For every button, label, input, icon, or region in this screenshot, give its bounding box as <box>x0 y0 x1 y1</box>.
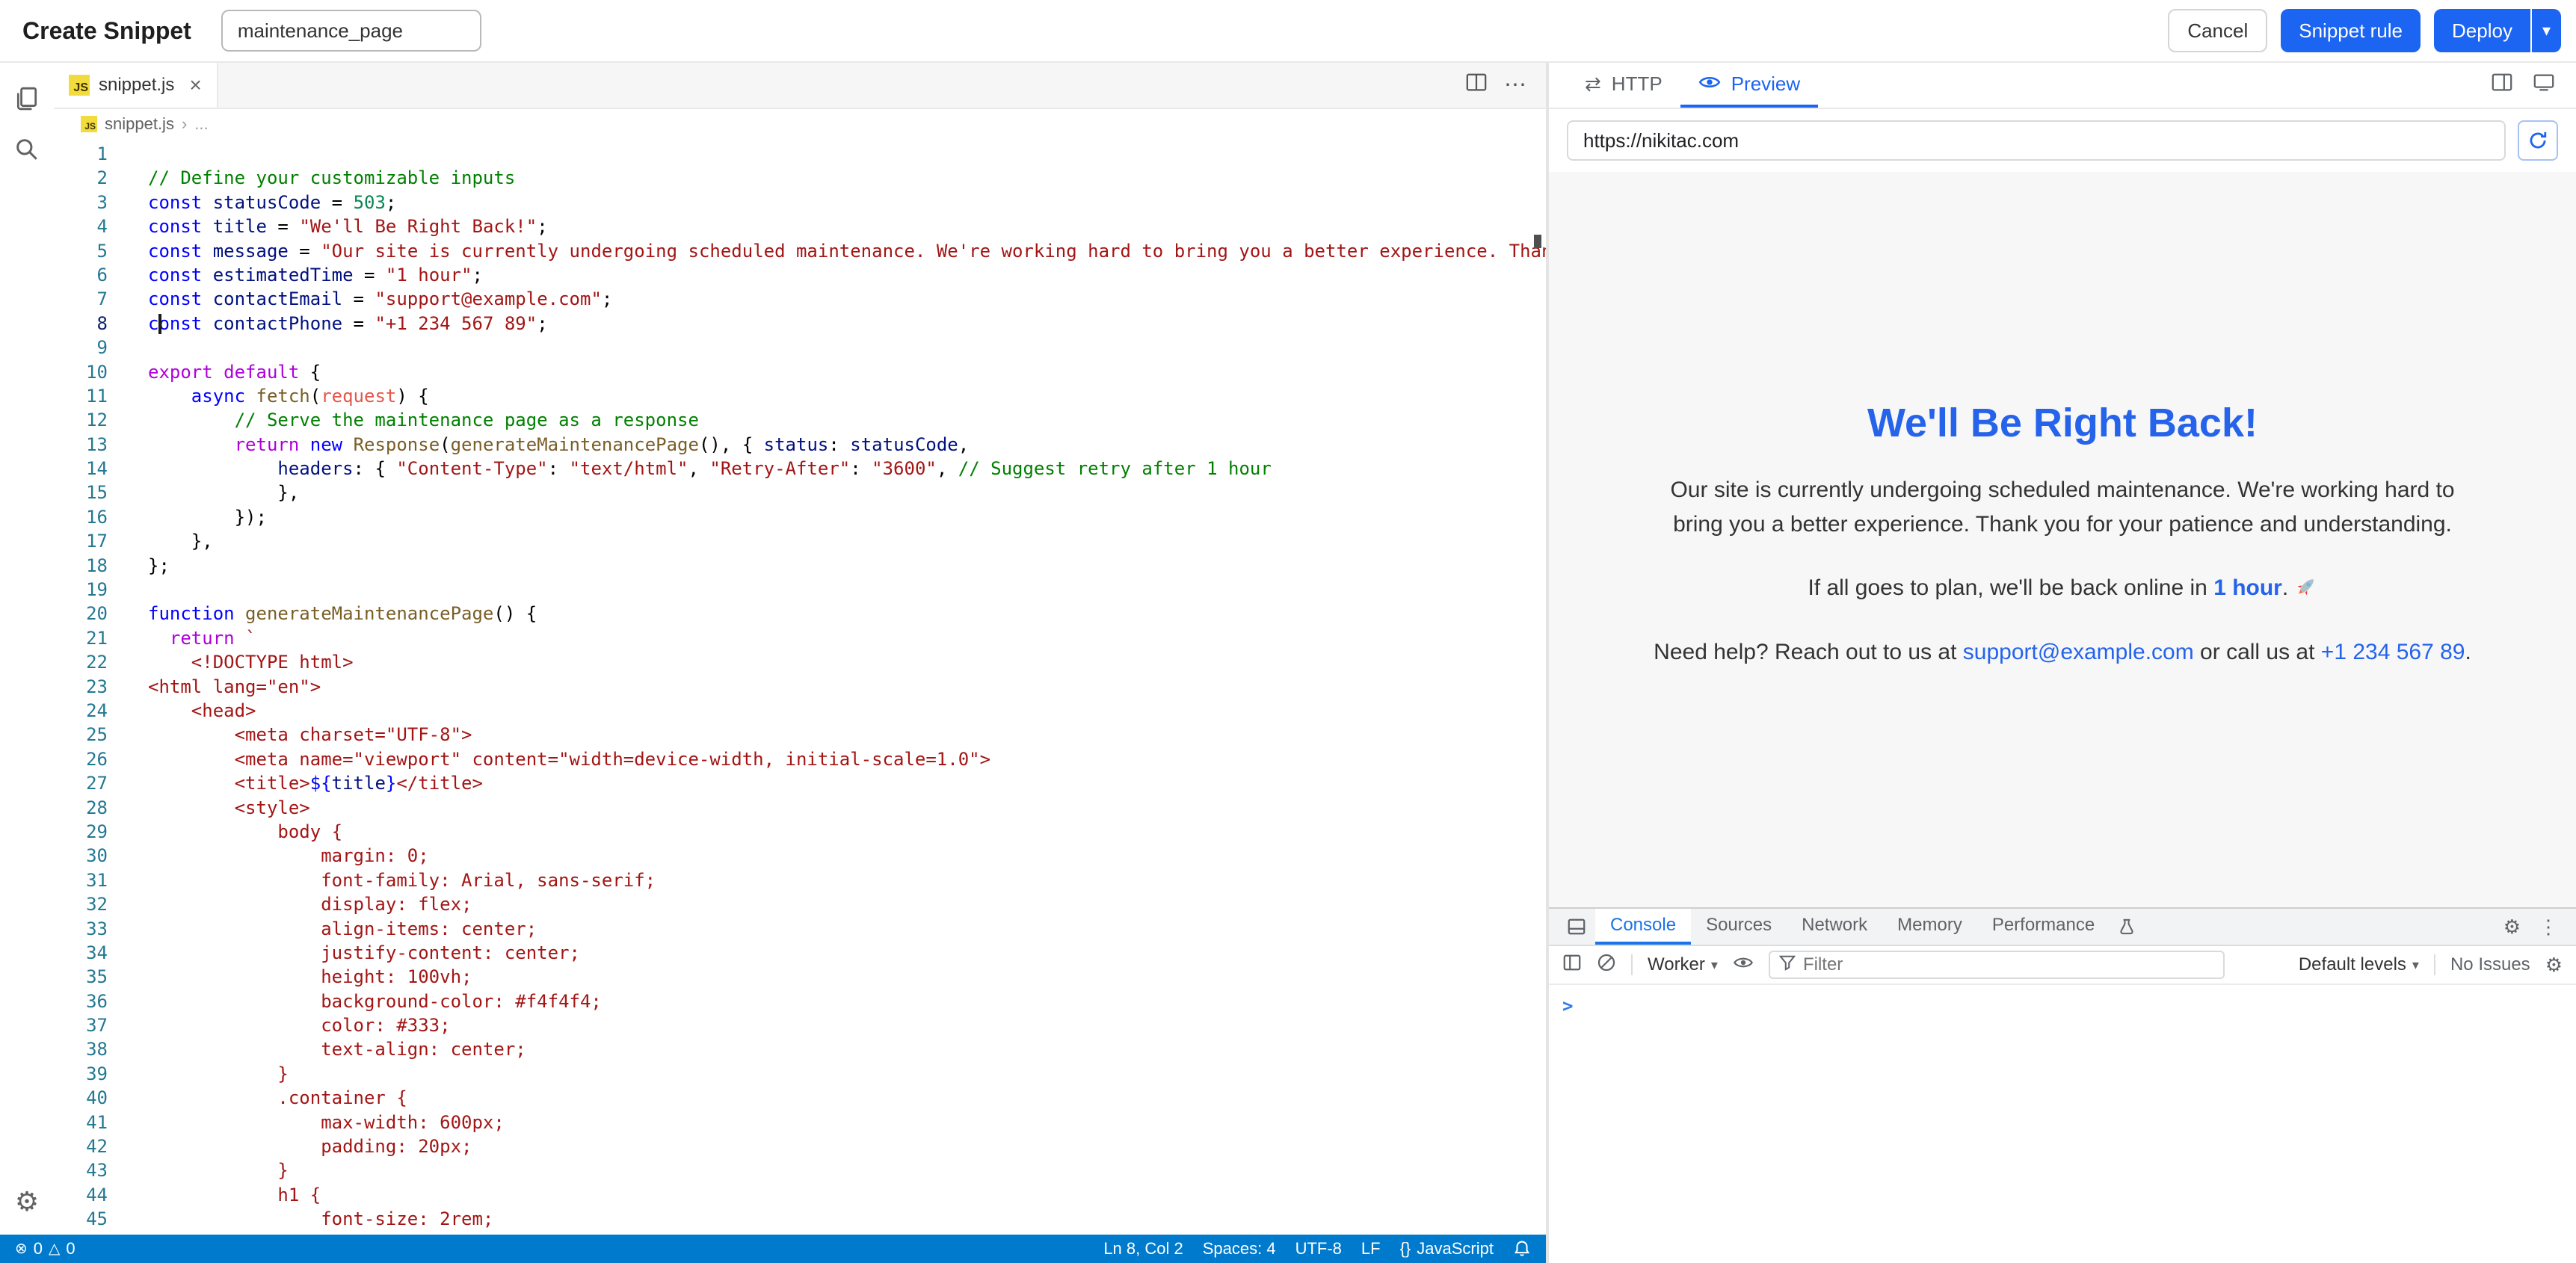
chevron-down-icon: ▾ <box>2412 957 2419 973</box>
create-snippet-app: Create Snippet Cancel Snippet rule Deplo… <box>0 0 2576 1263</box>
devtools-tab-console[interactable]: Console <box>1595 909 1691 945</box>
preview-panel-tabs: ⇄ HTTP Preview <box>1549 63 2576 109</box>
maintenance-contact: Need help? Reach out to us at support@ex… <box>1644 640 2481 665</box>
filter-funnel-icon <box>1779 954 1796 976</box>
phone-link[interactable]: +1 234 567 89 <box>2321 640 2465 664</box>
devtools-tab-performance[interactable]: Performance <box>1977 909 2110 945</box>
editor-tab-bar: JS snippet.js × ⋯ <box>54 63 1546 109</box>
chevron-down-icon: ▾ <box>2542 21 2551 40</box>
breadcrumb-file: snippet.js <box>105 114 174 134</box>
explorer-files-icon[interactable] <box>6 78 48 120</box>
execution-context-selector[interactable]: Worker ▾ <box>1648 954 1718 975</box>
device-preview-icon[interactable] <box>2533 71 2555 99</box>
error-icon: ⊗ <box>15 1241 28 1256</box>
tab-label: snippet.js <box>99 75 174 96</box>
line-numbers: 1234567891011121314151617181920212223242… <box>54 142 123 1235</box>
split-view-icon[interactable] <box>2491 71 2513 99</box>
tab-http[interactable]: ⇄ HTTP <box>1567 63 1680 108</box>
console-filter <box>1769 951 2225 979</box>
error-count: 0 <box>34 1239 43 1259</box>
braces-icon: {} <box>1400 1239 1411 1259</box>
text-cursor <box>158 314 161 334</box>
console-toolbar: Worker ▾ Default levels <box>1549 946 2576 985</box>
devtools-menu-icon[interactable]: ⋮ <box>2539 915 2558 939</box>
preview-url-bar <box>1549 109 2576 172</box>
console-prompt-icon: > <box>1562 995 1573 1016</box>
clear-console-icon[interactable] <box>1597 953 1616 978</box>
devtools-settings-icon[interactable]: ⚙ <box>2503 917 2521 936</box>
dock-side-icon[interactable] <box>1558 909 1595 945</box>
code-editor-pane: JS snippet.js × ⋯ JS snip <box>54 63 1546 1235</box>
chevron-down-icon: ▾ <box>1711 957 1718 973</box>
issues-counter[interactable]: No Issues <box>2450 954 2530 975</box>
editor-side: ⚙ JS snippet.js × ⋯ <box>0 63 1546 1263</box>
code-editor[interactable]: 1234567891011121314151617181920212223242… <box>54 139 1546 1235</box>
devtools-tab-sources[interactable]: Sources <box>1691 909 1787 945</box>
problems-indicator[interactable]: ⊗ 0 △ 0 <box>15 1239 76 1259</box>
notifications-bell-icon[interactable] <box>1513 1240 1531 1258</box>
tab-snippet-js[interactable]: JS snippet.js × <box>54 63 218 108</box>
console-sidebar-icon[interactable] <box>1562 953 1582 978</box>
deploy-button[interactable]: Deploy <box>2434 9 2530 52</box>
maintenance-eta: If all goes to plan, we'll be back onlin… <box>1644 575 2481 604</box>
maintenance-page: We'll Be Right Back! Our site is current… <box>1644 400 2481 665</box>
devtools-tab-memory[interactable]: Memory <box>1882 909 1977 945</box>
http-icon: ⇄ <box>1585 74 1601 93</box>
preview-url-input[interactable] <box>1567 120 2506 161</box>
page-title: Create Snippet <box>22 17 191 45</box>
code-content[interactable]: // Define your customizable inputsconst … <box>123 142 1546 1235</box>
deploy-split-button: Deploy ▾ <box>2434 9 2561 52</box>
warning-icon: △ <box>49 1241 60 1256</box>
overview-ruler-cursor <box>1534 235 1541 248</box>
log-levels-selector[interactable]: Default levels ▾ <box>2299 954 2419 975</box>
close-tab-icon[interactable]: × <box>189 75 201 96</box>
snippet-rule-button[interactable]: Snippet rule <box>2281 9 2421 52</box>
indentation-setting[interactable]: Spaces: 4 <box>1203 1239 1276 1259</box>
app-header: Create Snippet Cancel Snippet rule Deplo… <box>0 0 2576 63</box>
experiments-flask-icon <box>2110 909 2144 945</box>
encoding-setting[interactable]: UTF-8 <box>1295 1239 1342 1259</box>
eol-setting[interactable]: LF <box>1361 1239 1381 1259</box>
cancel-button[interactable]: Cancel <box>2168 9 2267 52</box>
language-mode[interactable]: {} JavaScript <box>1400 1239 1494 1259</box>
support-email-link[interactable]: support@example.com <box>1963 640 2194 664</box>
eye-icon <box>1698 72 1721 96</box>
tab-preview[interactable]: Preview <box>1680 63 1818 108</box>
activity-bar: ⚙ <box>0 63 54 1235</box>
rocket-icon <box>2295 578 2317 603</box>
maintenance-title: We'll Be Right Back! <box>1644 400 2481 446</box>
more-actions-icon[interactable]: ⋯ <box>1504 74 1526 96</box>
javascript-file-icon: JS <box>69 75 90 96</box>
eta-highlight: 1 hour <box>2213 575 2282 600</box>
breadcrumb-symbol-placeholder: ... <box>194 114 208 134</box>
breadcrumb[interactable]: JS snippet.js › ... <box>54 109 1546 139</box>
split-editor-icon[interactable] <box>1465 71 1488 99</box>
snippet-name-input[interactable] <box>221 10 481 52</box>
preview-panel: ⇄ HTTP Preview <box>1549 63 2576 1263</box>
javascript-file-icon: JS <box>81 116 97 132</box>
maintenance-message: Our site is currently undergoing schedul… <box>1644 473 2481 543</box>
preview-viewport: We'll Be Right Back! Our site is current… <box>1549 172 2576 907</box>
deploy-dropdown-button[interactable]: ▾ <box>2532 9 2561 52</box>
console-output[interactable]: > <box>1549 985 2576 1263</box>
refresh-button[interactable] <box>2518 120 2558 161</box>
devtools-tab-network[interactable]: Network <box>1787 909 1882 945</box>
search-icon[interactable] <box>6 129 48 170</box>
chevron-right-icon: › <box>182 114 187 134</box>
console-filter-input[interactable] <box>1803 954 2214 975</box>
status-bar: ⊗ 0 △ 0 Ln 8, Col 2 Spaces: 4 UTF-8 LF {… <box>0 1235 1546 1263</box>
cursor-position[interactable]: Ln 8, Col 2 <box>1103 1239 1183 1259</box>
devtools: Console Sources Network Memory Performan… <box>1549 907 2576 1263</box>
warning-count: 0 <box>66 1239 75 1259</box>
devtools-tab-bar: Console Sources Network Memory Performan… <box>1549 909 2576 946</box>
live-expression-eye-icon[interactable] <box>1733 954 1754 975</box>
settings-gear-icon[interactable]: ⚙ <box>6 1181 48 1223</box>
console-settings-icon[interactable]: ⚙ <box>2545 955 2563 975</box>
